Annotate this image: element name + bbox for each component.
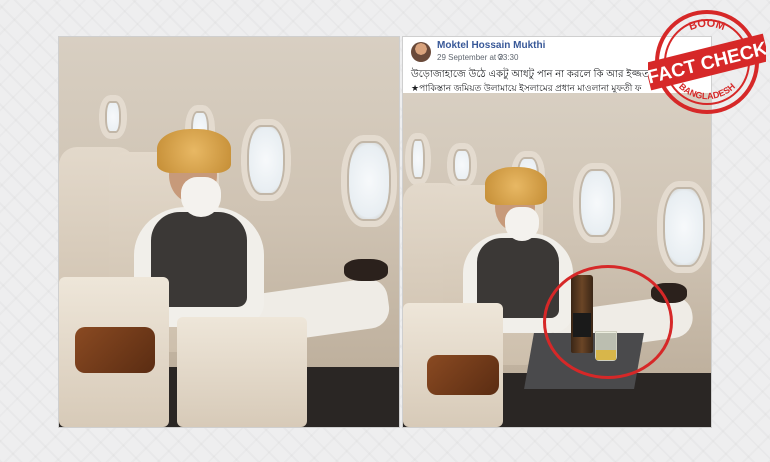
beard [181,177,221,217]
original-photo [58,36,400,428]
post-photo [403,93,711,427]
cabin-window [241,119,291,201]
post-timestamp[interactable]: 29 September at 23:30 [437,53,518,62]
stamp-main-text: FACT CHECK [648,38,766,88]
post-text-line-2: ★পাকিস্তান জমিয়ত উলামায়ে ইসলামের প্রধা… [411,83,642,93]
beard [505,207,539,241]
turban [485,167,547,205]
cabin-window [447,143,477,187]
shoe [344,259,388,281]
seat-console [177,317,307,427]
cabin-window [341,135,397,227]
turban [157,129,231,173]
cabin-window [405,133,431,185]
fact-check-stamp: BOOM FACT CHECK BANGLADESH [648,6,766,116]
handbag [75,327,155,373]
author-name[interactable]: Moktel Hossain Mukthi [437,40,545,51]
cabin-window [573,163,621,243]
highlight-circle [543,265,673,379]
stamp-graphic: BOOM FACT CHECK BANGLADESH [648,10,766,114]
globe-icon: ⊙ [497,52,504,61]
author-avatar[interactable] [411,42,431,62]
cabin-window [657,181,711,273]
handbag [427,355,499,395]
cabin-window [99,95,127,139]
